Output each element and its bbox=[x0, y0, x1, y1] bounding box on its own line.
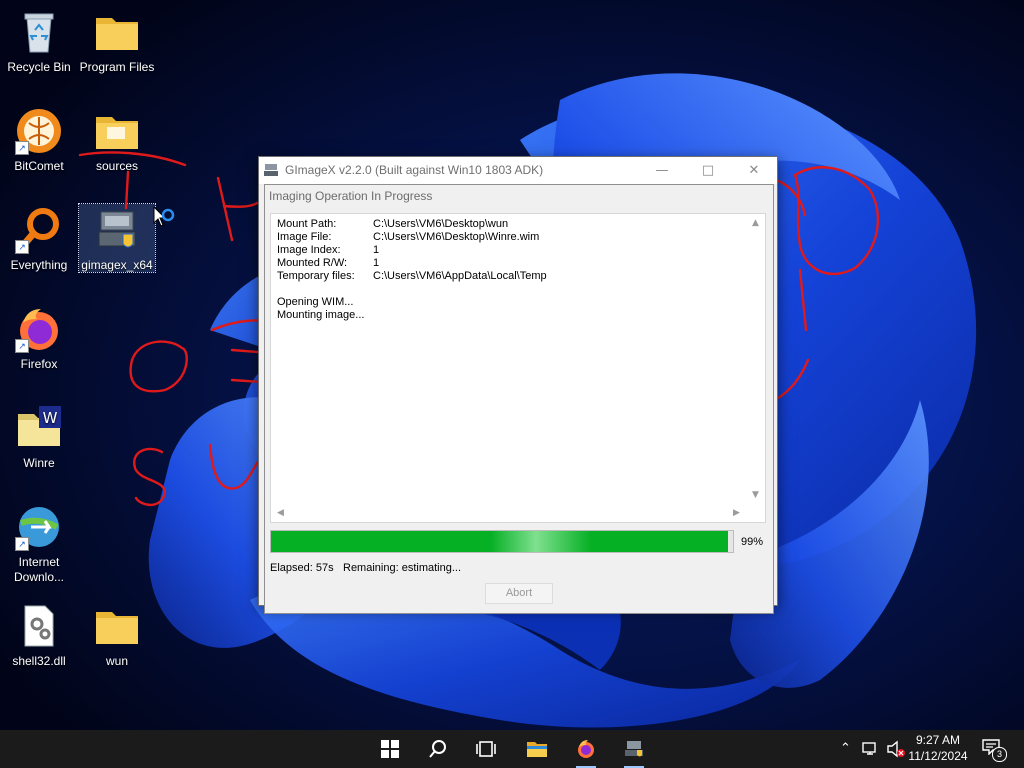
detail-row-mounted-rw: Mounted R/W: 1 bbox=[277, 257, 380, 269]
minimize-button[interactable]: — bbox=[639, 157, 685, 184]
task-view-button[interactable] bbox=[466, 730, 506, 768]
svg-text:W: W bbox=[43, 409, 58, 427]
network-icon[interactable] bbox=[862, 741, 880, 757]
log-line: Opening WIM... bbox=[277, 296, 354, 308]
desktop-icon-program-files[interactable]: Program Files bbox=[79, 2, 155, 88]
desktop-icon-firefox[interactable]: ↗ Firefox bbox=[1, 299, 77, 385]
shortcut-arrow-icon: ↗ bbox=[15, 141, 29, 155]
scroll-down-arrow-icon[interactable]: ▼ bbox=[752, 490, 759, 500]
log-line: Mounting image... bbox=[277, 309, 365, 321]
operation-log[interactable]: Mount Path: C:\Users\VM6\Desktop\wun Imag… bbox=[270, 213, 766, 523]
file-explorer-button[interactable] bbox=[516, 730, 556, 768]
task-view-icon bbox=[476, 741, 496, 757]
dll-file-icon bbox=[15, 602, 63, 650]
horizontal-scrollbar[interactable]: ◀ ▶ bbox=[271, 505, 748, 522]
search-button[interactable] bbox=[418, 730, 458, 768]
desktop-icon-bitcomet[interactable]: ↗ BitComet bbox=[1, 101, 77, 187]
busy-cursor-icon bbox=[153, 206, 175, 227]
desktop-icon-label: Internet Downlo... bbox=[13, 555, 65, 584]
desktop-icon-label: Winre bbox=[23, 456, 55, 470]
search-icon bbox=[429, 740, 446, 758]
desktop-icon-sources[interactable]: sources bbox=[79, 101, 155, 187]
desktop-icon-label: sources bbox=[95, 159, 139, 173]
detail-row-image-file: Image File: C:\Users\VM6\Desktop\Winre.wi… bbox=[277, 231, 540, 243]
desktop-icon-label: BitComet bbox=[14, 159, 64, 173]
wim-file-icon: W bbox=[15, 404, 63, 452]
firefox-icon bbox=[578, 740, 594, 758]
close-button[interactable]: ✕ bbox=[731, 157, 777, 184]
window-title: GImageX v2.2.0 (Built against Win10 1803… bbox=[285, 163, 544, 177]
desktop-icon-shell32[interactable]: shell32.dll bbox=[1, 596, 77, 682]
clock-date: 11/12/2024 bbox=[908, 749, 968, 763]
shortcut-arrow-icon: ↗ bbox=[15, 537, 29, 551]
dialog-title: Imaging Operation In Progress bbox=[269, 189, 433, 203]
desktop-icon-wun[interactable]: wun bbox=[79, 596, 155, 682]
desktop-icon-label: wun bbox=[105, 654, 128, 668]
file-explorer-icon bbox=[527, 742, 547, 757]
progress-dialog: Imaging Operation In Progress Mount Path… bbox=[264, 184, 774, 614]
internet-download-manager-icon: ↗ bbox=[15, 503, 63, 551]
folder-icon bbox=[93, 602, 141, 650]
desktop-icon-winre[interactable]: W Winre bbox=[1, 398, 77, 484]
notification-center-button[interactable]: 3 bbox=[982, 739, 1007, 762]
recycle-bin-icon bbox=[15, 8, 63, 56]
gimagex-taskbar-button[interactable] bbox=[614, 730, 654, 768]
system-clock[interactable]: 9:27 AM 11/12/2024 bbox=[902, 732, 974, 764]
elapsed-time: Elapsed: 57s bbox=[270, 562, 334, 574]
shortcut-arrow-icon: ↗ bbox=[15, 240, 29, 254]
desktop-icon-gimagex[interactable]: gimagex_x64 bbox=[78, 203, 156, 273]
show-hidden-icons-chevron-icon[interactable]: ⌃ bbox=[840, 741, 851, 756]
desktop-icon-label: gimagex_x64 bbox=[81, 258, 153, 272]
firefox-taskbar-button[interactable] bbox=[566, 730, 606, 768]
desktop-icon-label: Program Files bbox=[79, 60, 155, 74]
taskbar: ⌃ 9:27 AM 11/12/2024 3 bbox=[0, 730, 1024, 768]
firefox-icon: ↗ bbox=[15, 305, 63, 353]
everything-search-icon: ↗ bbox=[15, 206, 63, 254]
maximize-button[interactable]: □ bbox=[685, 157, 731, 184]
desktop-icon-recycle-bin[interactable]: Recycle Bin bbox=[1, 2, 77, 88]
remaining-time: Remaining: estimating... bbox=[343, 562, 461, 574]
folder-icon bbox=[93, 107, 141, 155]
desktop-icon-label: Everything bbox=[10, 258, 68, 272]
gimagex-app-icon bbox=[264, 164, 278, 176]
clock-time: 9:27 AM bbox=[915, 733, 961, 747]
scroll-up-arrow-icon[interactable]: ▲ bbox=[752, 218, 759, 228]
abort-button[interactable]: Abort bbox=[485, 583, 553, 604]
notification-count-badge: 3 bbox=[992, 747, 1007, 762]
gimagex-icon bbox=[93, 206, 141, 254]
progress-bar-fill bbox=[271, 531, 729, 552]
desktop-icon-internet-download-manager[interactable]: ↗ Internet Downlo... bbox=[1, 497, 77, 589]
vertical-scrollbar[interactable]: ▲ ▼ bbox=[748, 214, 765, 504]
folder-icon bbox=[93, 8, 141, 56]
start-icon bbox=[381, 740, 399, 758]
desktop-icon-label: Recycle Bin bbox=[7, 60, 71, 74]
window-titlebar[interactable]: GImageX v2.2.0 (Built against Win10 1803… bbox=[259, 157, 777, 185]
shortcut-arrow-icon: ↗ bbox=[15, 339, 29, 353]
detail-row-mount-path: Mount Path: C:\Users\VM6\Desktop\wun bbox=[277, 218, 509, 230]
progress-bar bbox=[270, 530, 734, 553]
desktop-icon-everything[interactable]: ↗ Everything bbox=[1, 200, 77, 286]
scroll-left-arrow-icon[interactable]: ◀ bbox=[277, 508, 284, 518]
desktop-icon-label: Firefox bbox=[20, 357, 58, 371]
detail-row-temporary-files: Temporary files: C:\Users\VM6\AppData\Loc… bbox=[277, 270, 547, 282]
start-button[interactable] bbox=[370, 730, 410, 768]
desktop-icon-label: shell32.dll bbox=[12, 654, 66, 668]
scroll-right-arrow-icon[interactable]: ▶ bbox=[733, 508, 740, 518]
progress-percent: 99% bbox=[741, 536, 764, 548]
gimagex-icon bbox=[625, 741, 643, 757]
detail-row-image-index: Image Index: 1 bbox=[277, 244, 380, 256]
bitcomet-icon: ↗ bbox=[15, 107, 63, 155]
